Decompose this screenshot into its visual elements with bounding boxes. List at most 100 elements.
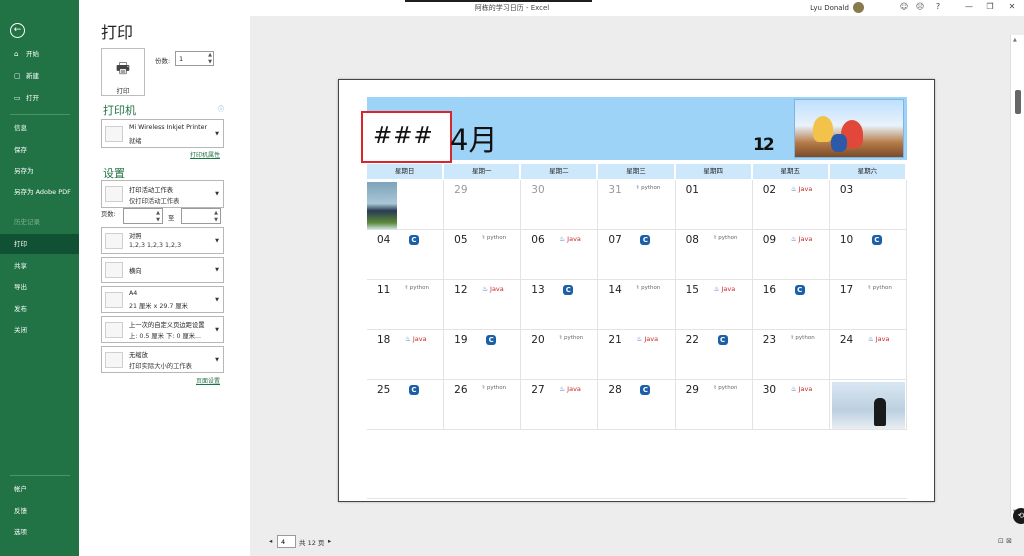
next-page-icon[interactable]: ▸ (328, 537, 331, 545)
page-title: 打印 (101, 23, 134, 42)
print-button[interactable]: 🖶 打印 (101, 48, 145, 96)
paper-size-dropdown[interactable]: A4 21 厘米 x 29.7 厘米 ▼ (101, 286, 224, 313)
backstage-nav: ← ⌂ 开始 ▢ 新建 ▭ 打开 信息 保存 另存为 另存为 Adobe PDF 历史… (0, 0, 79, 556)
python-logo-icon: ⚕ python (482, 235, 507, 241)
nav-publish[interactable]: 发布 (0, 305, 79, 313)
nav-label: 保存 (14, 146, 27, 154)
close-icon[interactable]: ✕ (1005, 2, 1019, 11)
python-logo-icon: ⚕ python (482, 385, 507, 391)
chevron-down-icon: ▼ (215, 356, 219, 363)
nav-export[interactable]: 导出 (0, 283, 79, 291)
spin-arrows-icon[interactable]: ▲ ▼ (156, 210, 160, 224)
day-number: 03 (839, 184, 854, 196)
dropdown-line1: A4 (129, 290, 138, 297)
collate-dropdown[interactable]: 对照 1,2,3 1,2,3 1,2,3 ▼ (101, 227, 224, 254)
weekday-label: 星期四 (675, 164, 753, 179)
copies-label: 份数: (155, 57, 171, 65)
scaling-dropdown[interactable]: 无缩放 打印实际大小的工作表 ▼ (101, 346, 224, 373)
sad-icon[interactable]: ☹ (913, 2, 927, 11)
nav-label: 开始 (26, 50, 39, 58)
user-account[interactable]: Lyu Donald (810, 2, 864, 13)
page-number-input[interactable]: 4 (277, 535, 296, 548)
day-number: 27 (531, 384, 545, 396)
smiley-icon[interactable]: ☺ (897, 2, 911, 11)
margins-dropdown[interactable]: 上一次的自定义页边距设置 上: 0.5 厘米 下: 0 厘米... ▼ (101, 316, 224, 343)
java-logo-icon: ♨ Java (636, 335, 659, 343)
nav-save[interactable]: 保存 (0, 146, 79, 154)
calendar-day-cell: 17 ⚕ python (829, 280, 907, 330)
prev-page-icon[interactable]: ◂ (269, 537, 272, 545)
calendar-day-cell: 03 (829, 180, 907, 230)
vertical-scrollbar[interactable]: ▲ ▼ (1010, 35, 1024, 517)
dropdown-line2: 打印实际大小的工作表 (129, 363, 192, 370)
avatar[interactable] (853, 2, 864, 13)
c-language-icon: C (563, 285, 574, 295)
print-what-dropdown[interactable]: 打印活动工作表 仅打印活动工作表 ▼ (101, 180, 224, 208)
scroll-thumb[interactable] (1015, 90, 1021, 114)
java-logo-icon: ♨ Java (405, 335, 427, 343)
nav-options[interactable]: 选项 (0, 528, 79, 536)
calendar-day-cell: 05 ⚕ python (444, 230, 522, 280)
nav-print[interactable]: 打印 (0, 234, 79, 254)
info-icon[interactable]: ⓘ (218, 104, 224, 113)
zoom-controls[interactable]: ⊡ ⊠ (998, 537, 1012, 545)
java-logo-icon: ♨ Java (867, 335, 890, 343)
figure-shape (831, 134, 847, 152)
day-number: 16 (762, 284, 777, 296)
nav-account[interactable]: 帐户 (0, 485, 79, 493)
nav-share[interactable]: 共享 (0, 262, 79, 270)
year-cell: ### (361, 111, 452, 163)
calendar-day-cell: 16 C (752, 280, 830, 330)
calendar-day-cell: 19 C (444, 330, 522, 380)
nav-label: 另存为 Adobe PDF (14, 188, 71, 196)
restore-icon[interactable]: ❐ (983, 2, 997, 11)
nav-history[interactable]: 历史记录 (0, 218, 79, 226)
nav-close[interactable]: 关闭 (0, 326, 79, 334)
pages-to-input[interactable]: ▲ ▼ (181, 208, 221, 224)
nav-home[interactable]: ⌂ 开始 (0, 50, 79, 58)
pages-from-input[interactable]: ▲ ▼ (123, 208, 163, 224)
day-number: 24 (839, 334, 854, 346)
show-margins-icon[interactable]: ⊡ (998, 537, 1004, 545)
zoom-to-page-icon[interactable]: ⊠ (1006, 537, 1012, 545)
calendar-day-cell: 22 C (675, 330, 753, 380)
collate-icon (105, 232, 123, 249)
spin-arrows-icon[interactable]: ▲ ▼ (214, 210, 218, 224)
calendar-day-cell: 28 C (598, 380, 676, 430)
spin-arrows-icon[interactable]: ▲ ▼ (208, 52, 212, 66)
scaling-icon (105, 351, 123, 368)
day-number: 21 (608, 334, 622, 346)
person-figure (873, 398, 886, 426)
day-number: 12 (454, 284, 468, 296)
calendar-day-cell: 21 ♨ Java (598, 330, 676, 380)
c-language-icon: C (640, 385, 651, 395)
nav-save-as-pdf[interactable]: 另存为 Adobe PDF (0, 188, 72, 196)
nav-feedback[interactable]: 反馈 (0, 507, 79, 515)
help-icon[interactable]: ? (931, 2, 945, 11)
day-number: 15 (685, 284, 699, 296)
calendar-day-cell: 24 ♨ Java (829, 330, 907, 380)
chevron-down-icon: ▼ (215, 296, 219, 303)
c-language-icon: C (640, 235, 651, 245)
back-button[interactable]: ← (10, 23, 25, 38)
copies-stepper[interactable]: 1 ▲ ▼ (175, 51, 214, 66)
nav-label: 帐户 (14, 485, 27, 493)
day-number: 08 (685, 234, 699, 246)
nav-divider (10, 114, 70, 115)
page-setup-link[interactable]: 页面设置 (196, 376, 220, 385)
minimize-icon[interactable]: — (962, 2, 976, 11)
nav-save-as[interactable]: 另存为 (0, 167, 79, 175)
dropdown-line2: 1,2,3 1,2,3 1,2,3 (129, 242, 182, 249)
nav-open[interactable]: ▭ 打开 (0, 94, 79, 102)
weekday-label: 星期二 (521, 164, 599, 179)
calendar-day-cell: 13 C (521, 280, 599, 330)
nav-info[interactable]: 信息 (0, 124, 79, 132)
printer-properties-link[interactable]: 打印机属性 (190, 150, 220, 159)
printer-dropdown[interactable]: Mi Wireless Inkjet Printer 就绪 ▼ (101, 119, 224, 148)
nav-new[interactable]: ▢ 新建 (0, 72, 79, 80)
scroll-up-icon[interactable]: ▲ (1013, 37, 1017, 43)
assistant-button[interactable]: ⟲ (1013, 508, 1024, 524)
orientation-dropdown[interactable]: 横向 ▼ (101, 257, 224, 283)
logo: 12 (753, 135, 775, 155)
calendar-day-cell: 30 (521, 180, 599, 230)
